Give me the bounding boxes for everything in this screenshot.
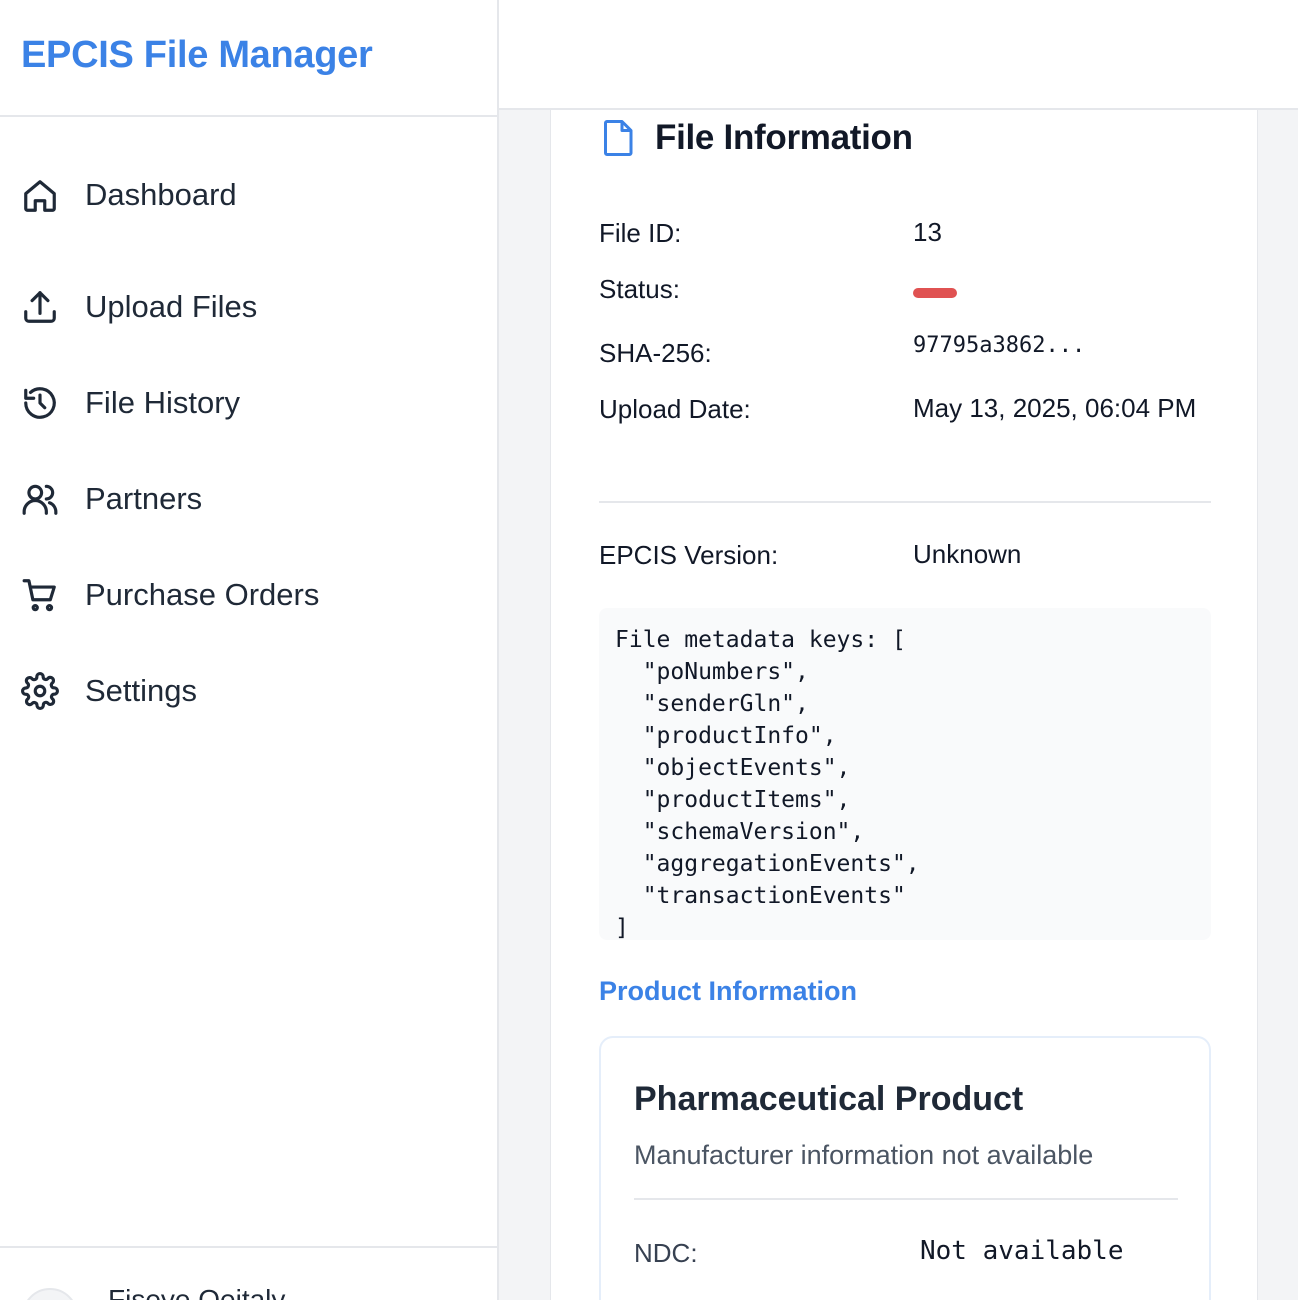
sidebar-item-label: Upload Files <box>85 289 258 324</box>
sidebar-item-label: Dashboard <box>85 177 237 212</box>
product-title: Pharmaceutical Product <box>634 1080 1024 1118</box>
sidebar-item-dashboard[interactable]: Dashboard <box>0 177 497 259</box>
upload-date-value: May 13, 2025, 06:04 PM <box>913 393 1197 423</box>
metadata-text: File metadata keys: [ "poNumbers", "send… <box>615 627 920 940</box>
card-header: File Information <box>601 118 913 158</box>
epcis-version-label: EPCIS Version: <box>599 540 779 570</box>
sidebar: EPCIS File Manager Dashboard Upload File… <box>0 0 499 1300</box>
upload-date-label: Upload Date: <box>599 394 751 424</box>
divider <box>634 1198 1178 1200</box>
main-content: File Information File ID: 13 Status: SHA… <box>499 110 1298 1300</box>
card-title: File Information <box>655 118 913 157</box>
file-id-label: File ID: <box>599 218 682 248</box>
file-icon <box>604 120 633 156</box>
divider <box>599 501 1211 503</box>
upload-icon <box>21 288 59 326</box>
brand: EPCIS File Manager <box>0 0 497 117</box>
sidebar-item-upload-files[interactable]: Upload Files <box>0 259 497 355</box>
product-card: Pharmaceutical Product Manufacturer info… <box>599 1036 1211 1300</box>
sidebar-item-label: File History <box>85 385 241 420</box>
sidebar-item-purchase-orders[interactable]: Purchase Orders <box>0 547 497 643</box>
sidebar-item-label: Partners <box>85 481 203 516</box>
sha-label: SHA-256: <box>599 338 712 368</box>
file-information-card: File Information File ID: 13 Status: SHA… <box>550 110 1258 1300</box>
users-icon <box>21 480 59 518</box>
sidebar-item-label: Purchase Orders <box>85 577 320 612</box>
status-badge <box>913 288 957 298</box>
app-title[interactable]: EPCIS File Manager <box>21 34 497 77</box>
home-icon <box>21 177 59 215</box>
product-manufacturer: Manufacturer information not available <box>634 1140 1094 1170</box>
gear-icon <box>21 672 59 710</box>
avatar <box>22 1288 78 1300</box>
ndc-value: Not available <box>920 1236 1124 1266</box>
sidebar-item-file-history[interactable]: File History <box>0 355 497 451</box>
product-information-link[interactable]: Product Information <box>599 976 857 1007</box>
sha-value: 97795a3862... <box>913 333 1086 358</box>
user-profile[interactable]: Fiseye Oeitaly <box>0 1246 497 1300</box>
metadata-code-block: File metadata keys: [ "poNumbers", "send… <box>599 608 1211 940</box>
sidebar-item-label: Settings <box>85 673 198 708</box>
file-id-value: 13 <box>913 217 942 247</box>
status-label: Status: <box>599 274 680 304</box>
history-icon <box>21 384 59 422</box>
user-name: Fiseye Oeitaly <box>108 1284 286 1300</box>
ndc-label: NDC: <box>634 1238 698 1268</box>
top-header <box>499 0 1298 110</box>
cart-icon <box>21 576 59 614</box>
sidebar-item-settings[interactable]: Settings <box>0 643 497 739</box>
epcis-version-value: Unknown <box>913 539 1022 569</box>
sidebar-nav: Dashboard Upload Files File History Part… <box>0 117 497 739</box>
sidebar-item-partners[interactable]: Partners <box>0 451 497 547</box>
